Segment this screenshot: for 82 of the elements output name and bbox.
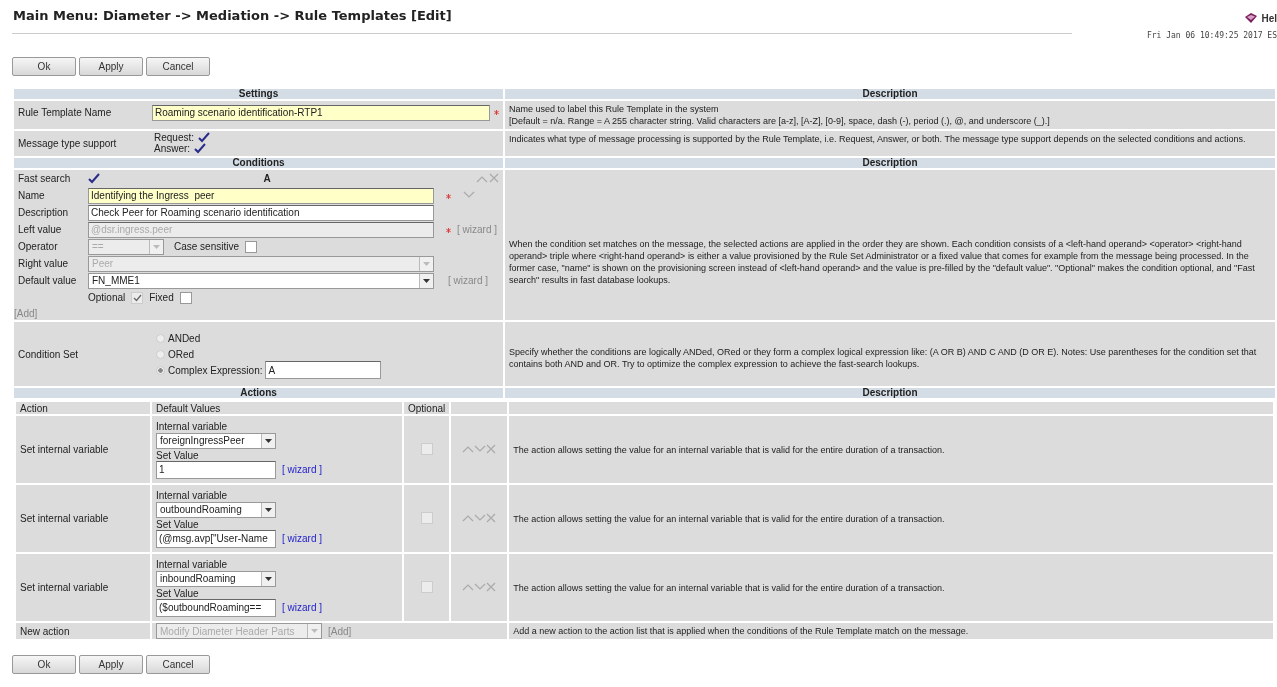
field-label: Set Value	[156, 587, 200, 599]
description-text: The action allows setting the value for an internal variable that is valid for the entire duration of a transaction.	[513, 581, 946, 594]
value-field[interactable]: (@msg.avp["User-Name	[156, 529, 276, 548]
caret-icon	[311, 629, 318, 633]
radio-label: Complex Expression:	[168, 364, 263, 376]
description-text: Indicates what type of message processing is supported by the Rule Template, i.e. Request, Answer, or both. The message type support depends on the selected conditions and actions.	[509, 133, 1247, 145]
form-button[interactable]: Ok	[12, 57, 76, 76]
form-button[interactable]: Cancel	[146, 57, 210, 76]
move-down-icon[interactable]	[474, 514, 487, 522]
move-up-icon[interactable]	[462, 514, 475, 522]
radio-button[interactable]	[156, 333, 165, 343]
checkbox[interactable]	[179, 291, 192, 304]
move-down-icon[interactable]	[474, 583, 487, 591]
option-label: Request:	[154, 132, 195, 143]
field-label: Set Value	[156, 449, 200, 461]
move-up-icon[interactable]	[462, 445, 475, 453]
delete-icon[interactable]	[486, 444, 497, 454]
variable-dropdown[interactable]: foreignIngressPeer	[156, 432, 276, 449]
column-heading: A	[262, 173, 272, 184]
help-link[interactable]: Hel	[1244, 12, 1277, 24]
description-text: Specify whether the conditions are logically ANDed, ORed or they form a complex logical expression like: (A OR B) AND C AND (D OR E). Notes: Use parentheses for the condition set that contains both AND and OR. Try to optimize the complex expression to achieve the fast-search lookups.	[509, 346, 1258, 370]
checkbox[interactable]	[420, 580, 433, 593]
checkbox[interactable]	[131, 291, 144, 304]
move-up-icon[interactable]	[476, 174, 488, 183]
variable-dropdown[interactable]: inboundRoaming	[156, 570, 276, 587]
action-name: Set internal variable	[15, 484, 151, 553]
checkbox-label: Optional	[88, 292, 126, 303]
form-button[interactable]: Apply	[79, 57, 143, 76]
caret-icon	[423, 261, 430, 266]
field-label: Internal variable	[156, 489, 229, 501]
select-field[interactable]: FN_MME1	[88, 272, 434, 289]
description-text: Add a new action to the action list that is applied when the conditions of the Rule Template match on the message.	[513, 625, 970, 637]
checkbox[interactable]	[420, 442, 433, 455]
timestamp: Fri Jan 06 10:49:25 2017 ES	[1146, 31, 1277, 40]
option-label: Answer:	[154, 143, 191, 154]
text-field[interactable]: Identifying the Ingress peer	[88, 187, 434, 204]
wizard-link[interactable]: [ wizard ]	[282, 464, 322, 475]
description-text: When the condition set matches on the message, the selected actions are applied in the order they are shown. Each condition consists of a <left-hand operand> <operator> <right-hand operand> triple where <right-hand operand> is either a value provisioned by the Rule Set Administrator or a fixed value that comes for example from the message being processed. In the former case, "name" is shown on the provisioning screen instead of <left-hand operand> and the value is pre-filled by the "default value". "Optional" makes the condition optional, and "Fast search" results in fast database lookups.	[509, 238, 1256, 286]
action-name: Set internal variable	[15, 415, 151, 484]
caret-icon	[423, 278, 430, 283]
name-field[interactable]: Roaming scenario identification-RTP1	[152, 104, 490, 121]
field-label: Internal variable	[156, 420, 229, 432]
check-icon	[132, 293, 142, 302]
move-down-icon[interactable]	[474, 445, 487, 453]
delete-icon[interactable]	[489, 172, 499, 183]
page-title: Main Menu: Diameter -> Mediation -> Rule Templates [Edit]	[13, 8, 453, 23]
section-heading: Settings	[13, 88, 504, 100]
move-up-icon[interactable]	[462, 583, 475, 591]
value-field[interactable]: 1	[156, 460, 276, 479]
column-heading: Default Values	[151, 401, 403, 415]
radio-button[interactable]	[156, 365, 165, 375]
checkbox-label: Fixed	[149, 292, 174, 303]
form-button[interactable]: Apply	[79, 655, 143, 674]
expression-field[interactable]: A	[265, 361, 382, 379]
move-down-icon[interactable]	[463, 191, 475, 199]
field-label: Set Value	[156, 518, 200, 530]
checkbox-label: Case sensitive	[174, 241, 240, 252]
caret-icon	[265, 507, 272, 512]
form-button[interactable]: Cancel	[146, 655, 210, 674]
radio-button[interactable]	[156, 349, 165, 359]
checkbox[interactable]	[420, 511, 433, 524]
description-text: The action allows setting the value for an internal variable that is valid for the entire duration of a transaction.	[513, 443, 946, 456]
description-text: The action allows setting the value for an internal variable that is valid for the entire duration of a transaction.	[513, 512, 946, 525]
wizard-link[interactable]: [ wizard ]	[282, 602, 322, 613]
caret-icon	[153, 244, 160, 249]
caret-icon	[265, 576, 272, 581]
action-name: Set internal variable	[15, 553, 151, 622]
column-heading: Optional	[403, 401, 451, 415]
value-field[interactable]: ($outboundRoaming==	[156, 598, 276, 617]
field-label: Internal variable	[156, 558, 229, 570]
wizard-link[interactable]: [ wizard ]	[282, 533, 322, 544]
form-button[interactable]: Ok	[12, 655, 76, 674]
delete-icon[interactable]	[486, 513, 497, 523]
column-heading: Action	[15, 401, 151, 415]
delete-icon[interactable]	[486, 582, 497, 592]
radio-label: ORed	[168, 348, 195, 360]
section-heading: Description	[504, 88, 1276, 100]
radio-label: ANDed	[168, 332, 201, 344]
text-field[interactable]: Check Peer for Roaming scenario identification	[88, 204, 434, 221]
description-text: Name used to label this Rule Template in the system [Default = n/a. Range = A 255 character string. Valid characters are [a-z], [A-Z], [0-9], space, dash (-), period (.), @, and underscore (_).]	[509, 103, 1051, 127]
caret-icon	[265, 438, 272, 443]
variable-dropdown[interactable]: outboundRoaming	[156, 501, 276, 518]
